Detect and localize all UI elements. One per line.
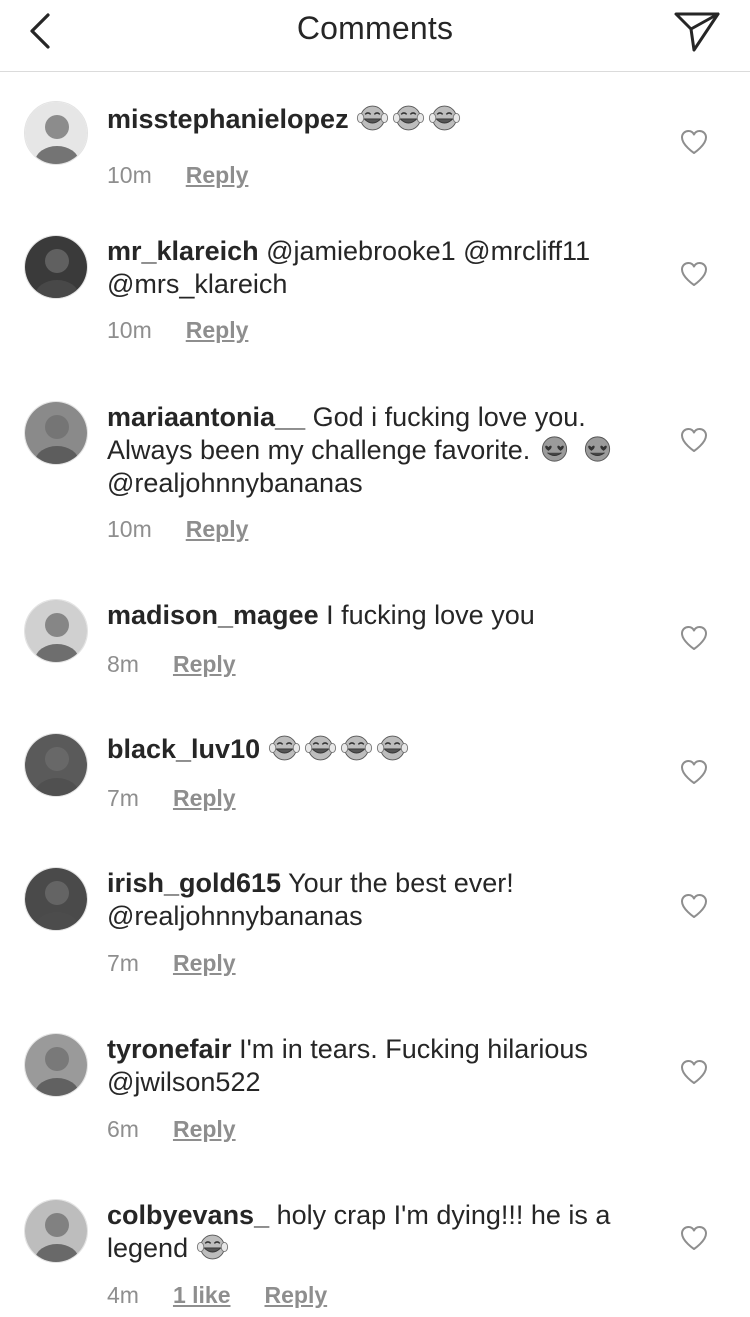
comment-timestamp: 8m xyxy=(107,651,139,677)
avatar-image xyxy=(25,236,87,298)
heart-eyes-emoji-icon xyxy=(585,436,611,462)
comment-meta: 6m Reply xyxy=(107,1116,236,1143)
comment-text: madison_magee I fucking love you xyxy=(107,599,647,632)
comment-text: tyronefair I'm in tears. Fucking hilario… xyxy=(107,1033,647,1099)
comment-username[interactable]: irish_gold615 xyxy=(107,868,281,898)
comment-body-continued: @realjohnnybananas xyxy=(107,468,363,498)
avatar[interactable] xyxy=(24,1199,88,1263)
comment-meta: 7m Reply xyxy=(107,950,236,977)
comment-text: mr_klareich @jamiebrooke1 @mrcliff11 @mr… xyxy=(107,235,647,301)
avatar[interactable] xyxy=(24,599,88,663)
reply-button[interactable]: Reply xyxy=(173,950,236,977)
mention-link[interactable]: @jamiebrooke1 xyxy=(266,236,456,266)
comment-username[interactable]: madison_magee xyxy=(107,600,319,630)
heart-icon xyxy=(681,1060,707,1084)
laugh-cry-emoji-icon xyxy=(268,735,300,761)
comment-username[interactable]: mr_klareich xyxy=(107,236,259,266)
avatar[interactable] xyxy=(24,867,88,931)
laugh-cry-emoji-icon xyxy=(393,105,425,131)
like-button[interactable] xyxy=(680,129,710,157)
comment-text: misstephanielopez xyxy=(107,103,647,136)
heart-eyes-emoji-icon xyxy=(541,436,567,462)
reply-button[interactable]: Reply xyxy=(186,317,249,344)
reply-button[interactable]: Reply xyxy=(173,785,236,812)
comment-text: colbyevans_ holy crap I'm dying!!! he is… xyxy=(107,1199,647,1265)
comment-meta: 4m 1 like Reply xyxy=(107,1282,327,1309)
comment-username[interactable]: colbyevans_ xyxy=(107,1200,269,1230)
avatar-image xyxy=(25,1200,87,1262)
like-button[interactable] xyxy=(680,261,710,289)
heart-icon xyxy=(681,626,707,650)
reply-button[interactable]: Reply xyxy=(173,651,236,678)
avatar[interactable] xyxy=(24,101,88,165)
avatar-image xyxy=(25,868,87,930)
top-bar: Comments xyxy=(0,0,750,72)
avatar-image xyxy=(25,402,87,464)
like-button[interactable] xyxy=(680,759,710,787)
heart-icon xyxy=(681,428,707,452)
comment-username[interactable]: tyronefair xyxy=(107,1034,232,1064)
comment-text: mariaantonia__ God i fucking love you. A… xyxy=(107,401,647,500)
avatar-image xyxy=(25,102,87,164)
comment-meta: 7m Reply xyxy=(107,785,236,812)
heart-icon xyxy=(681,760,707,784)
comment-text: black_luv10 xyxy=(107,733,647,766)
avatar[interactable] xyxy=(24,235,88,299)
avatar[interactable] xyxy=(24,401,88,465)
page-title: Comments xyxy=(296,10,454,46)
comment-body: I fucking love you xyxy=(326,600,535,630)
comment-timestamp: 4m xyxy=(107,1282,139,1308)
mention-link[interactable]: @realjohnnybananas xyxy=(107,468,363,498)
reply-button[interactable]: Reply xyxy=(173,1116,236,1143)
laugh-cry-emoji-icon xyxy=(376,735,408,761)
laugh-cry-emoji-icon xyxy=(340,735,372,761)
share-button[interactable] xyxy=(672,6,722,56)
mention-link[interactable]: @mrs_klareich xyxy=(107,269,287,299)
heart-icon xyxy=(681,1226,707,1250)
like-button[interactable] xyxy=(680,1059,710,1087)
reply-button[interactable]: Reply xyxy=(186,516,249,543)
comment-timestamp: 6m xyxy=(107,1116,139,1142)
comment-username[interactable]: mariaantonia__ xyxy=(107,402,305,432)
paper-plane-icon xyxy=(674,12,720,52)
comment-meta: 10m Reply xyxy=(107,516,248,543)
comment-meta: 10m Reply xyxy=(107,162,248,189)
reply-button[interactable]: Reply xyxy=(265,1282,328,1309)
comment-meta: 10m Reply xyxy=(107,317,248,344)
like-count-link[interactable]: 1 like xyxy=(173,1282,231,1309)
like-button[interactable] xyxy=(680,427,710,455)
like-button[interactable] xyxy=(680,1225,710,1253)
laugh-cry-emoji-icon xyxy=(304,735,336,761)
mention-link[interactable]: @realjohnnybananas xyxy=(107,901,363,931)
mention-link[interactable]: @jwilson522 xyxy=(107,1067,260,1097)
avatar[interactable] xyxy=(24,1033,88,1097)
laugh-cry-emoji-icon xyxy=(196,1234,228,1260)
mention-link[interactable]: @mrcliff11 xyxy=(463,236,590,266)
laugh-cry-emoji-icon xyxy=(429,105,461,131)
avatar-image xyxy=(25,734,87,796)
comment-username[interactable]: misstephanielopez xyxy=(107,104,349,134)
laugh-cry-emoji-icon xyxy=(357,105,389,131)
avatar[interactable] xyxy=(24,733,88,797)
comment-timestamp: 10m xyxy=(107,162,152,188)
heart-icon xyxy=(681,130,707,154)
comment-username[interactable]: black_luv10 xyxy=(107,734,260,764)
heart-icon xyxy=(681,262,707,286)
comment-timestamp: 10m xyxy=(107,317,152,343)
comment-timestamp: 10m xyxy=(107,516,152,542)
comment-timestamp: 7m xyxy=(107,950,139,976)
avatar-image xyxy=(25,600,87,662)
like-button[interactable] xyxy=(680,893,710,921)
reply-button[interactable]: Reply xyxy=(186,162,249,189)
comment-text: irish_gold615 Your the best ever! @realj… xyxy=(107,867,647,933)
comment-meta: 8m Reply xyxy=(107,651,236,678)
heart-icon xyxy=(681,894,707,918)
comment-timestamp: 7m xyxy=(107,785,139,811)
avatar-image xyxy=(25,1034,87,1096)
like-button[interactable] xyxy=(680,625,710,653)
